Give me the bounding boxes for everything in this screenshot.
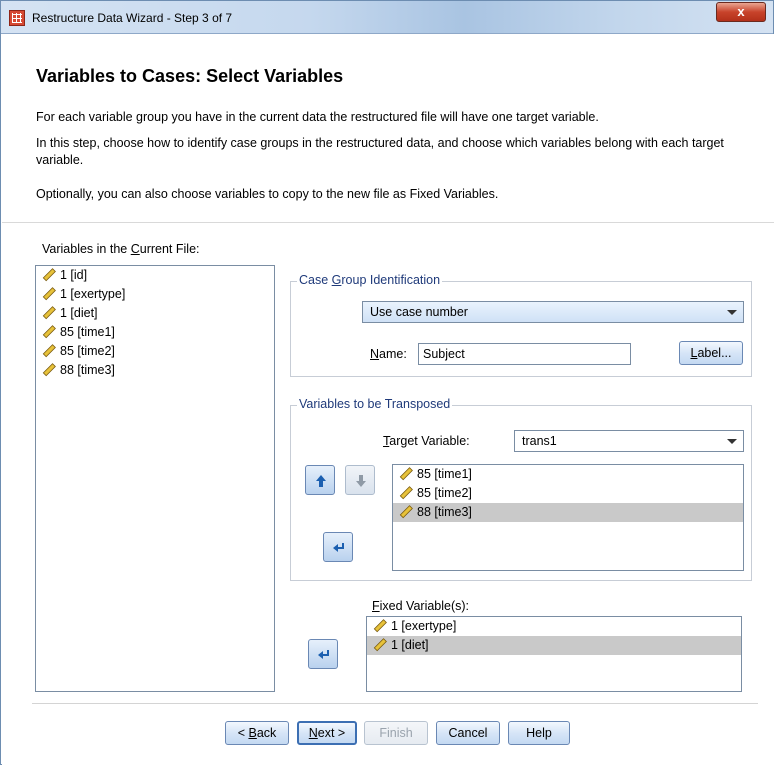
app-icon <box>9 10 25 26</box>
case-group-title: Case Group Identification <box>297 273 443 287</box>
scale-ruler-icon <box>373 638 387 652</box>
footer-divider <box>32 703 758 704</box>
fixed-variables-label: Fixed Variable(s): <box>372 599 470 613</box>
target-variable-label: Target Variable: <box>383 434 470 448</box>
cancel-button[interactable]: Cancel <box>436 721 500 745</box>
wizard-header: Variables to Cases: Select Variables For… <box>2 34 774 222</box>
move-down-button[interactable] <box>345 465 375 495</box>
window-title: Restructure Data Wizard - Step 3 of 7 <box>32 11 233 25</box>
name-field[interactable]: Subject <box>418 343 631 365</box>
list-item[interactable]: 85 [time2] <box>393 484 743 503</box>
current-file-label: Variables in the Current File: <box>42 242 200 256</box>
move-into-transposed-button[interactable] <box>323 532 353 562</box>
scale-ruler-icon <box>42 325 56 339</box>
transposed-title: Variables to be Transposed <box>297 397 453 411</box>
wizard-window: Restructure Data Wizard - Step 3 of 7 x … <box>0 0 774 766</box>
scale-ruler-icon <box>42 268 56 282</box>
current-file-list[interactable]: 1 [id] 1 [exertype] 1 [diet] 85 [time1] … <box>35 265 275 692</box>
wizard-body: Variables in the Current File: 1 [id] 1 … <box>2 222 774 766</box>
help-button[interactable]: Help <box>508 721 570 745</box>
label-button[interactable]: Label... <box>679 341 743 365</box>
title-bar[interactable]: Restructure Data Wizard - Step 3 of 7 x <box>1 1 773 34</box>
move-up-button[interactable] <box>305 465 335 495</box>
intro-text-1: For each variable group you have in the … <box>36 110 599 124</box>
transposed-list[interactable]: 85 [time1] 85 [time2] 88 [time3] <box>392 464 744 571</box>
arrow-up-icon <box>316 475 326 487</box>
scale-ruler-icon <box>373 619 387 633</box>
list-item[interactable]: 85 [time1] <box>393 465 743 484</box>
list-item[interactable]: 1 [exertype] <box>36 285 274 304</box>
list-item[interactable]: 85 [time2] <box>36 342 274 361</box>
scale-ruler-icon <box>399 505 413 519</box>
intro-text-3: Optionally, you can also choose variable… <box>36 187 499 201</box>
list-item-selected[interactable]: 1 [diet] <box>367 636 741 655</box>
back-button[interactable]: < Back <box>225 721 289 745</box>
scale-ruler-icon <box>42 344 56 358</box>
arrow-down-icon <box>356 475 366 487</box>
scale-ruler-icon <box>42 306 56 320</box>
name-label: Name: <box>370 347 407 361</box>
list-item[interactable]: 1 [diet] <box>36 304 274 323</box>
scale-ruler-icon <box>42 287 56 301</box>
scale-ruler-icon <box>399 486 413 500</box>
close-button[interactable]: x <box>716 2 766 22</box>
case-group-panel: Case Group Identification Use case numbe… <box>290 273 752 377</box>
scale-ruler-icon <box>42 363 56 377</box>
finish-button[interactable]: Finish <box>364 721 428 745</box>
move-into-fixed-button[interactable] <box>308 639 338 669</box>
target-variable-select[interactable]: trans1 <box>514 430 744 452</box>
list-item[interactable]: 85 [time1] <box>36 323 274 342</box>
next-button[interactable]: Next > <box>297 721 357 745</box>
page-title: Variables to Cases: Select Variables <box>36 66 344 86</box>
list-item[interactable]: 1 [exertype] <box>367 617 741 636</box>
case-group-selected: Use case number <box>370 305 468 319</box>
list-item[interactable]: 88 [time3] <box>36 361 274 380</box>
transposed-panel: Variables to be Transposed Target Variab… <box>290 397 752 581</box>
target-variable-value: trans1 <box>522 434 557 448</box>
intro-text-2: In this step, choose how to identify cas… <box>36 136 724 167</box>
fixed-variables-list[interactable]: 1 [exertype] 1 [diet] <box>366 616 742 692</box>
chevron-down-icon <box>727 439 737 444</box>
list-item[interactable]: 1 [id] <box>36 266 274 285</box>
list-item-selected[interactable]: 88 [time3] <box>393 503 743 522</box>
scale-ruler-icon <box>399 467 413 481</box>
move-arrow-icon <box>318 650 329 659</box>
chevron-down-icon <box>727 310 737 315</box>
move-arrow-icon <box>333 543 344 552</box>
case-group-select[interactable]: Use case number <box>362 301 744 323</box>
